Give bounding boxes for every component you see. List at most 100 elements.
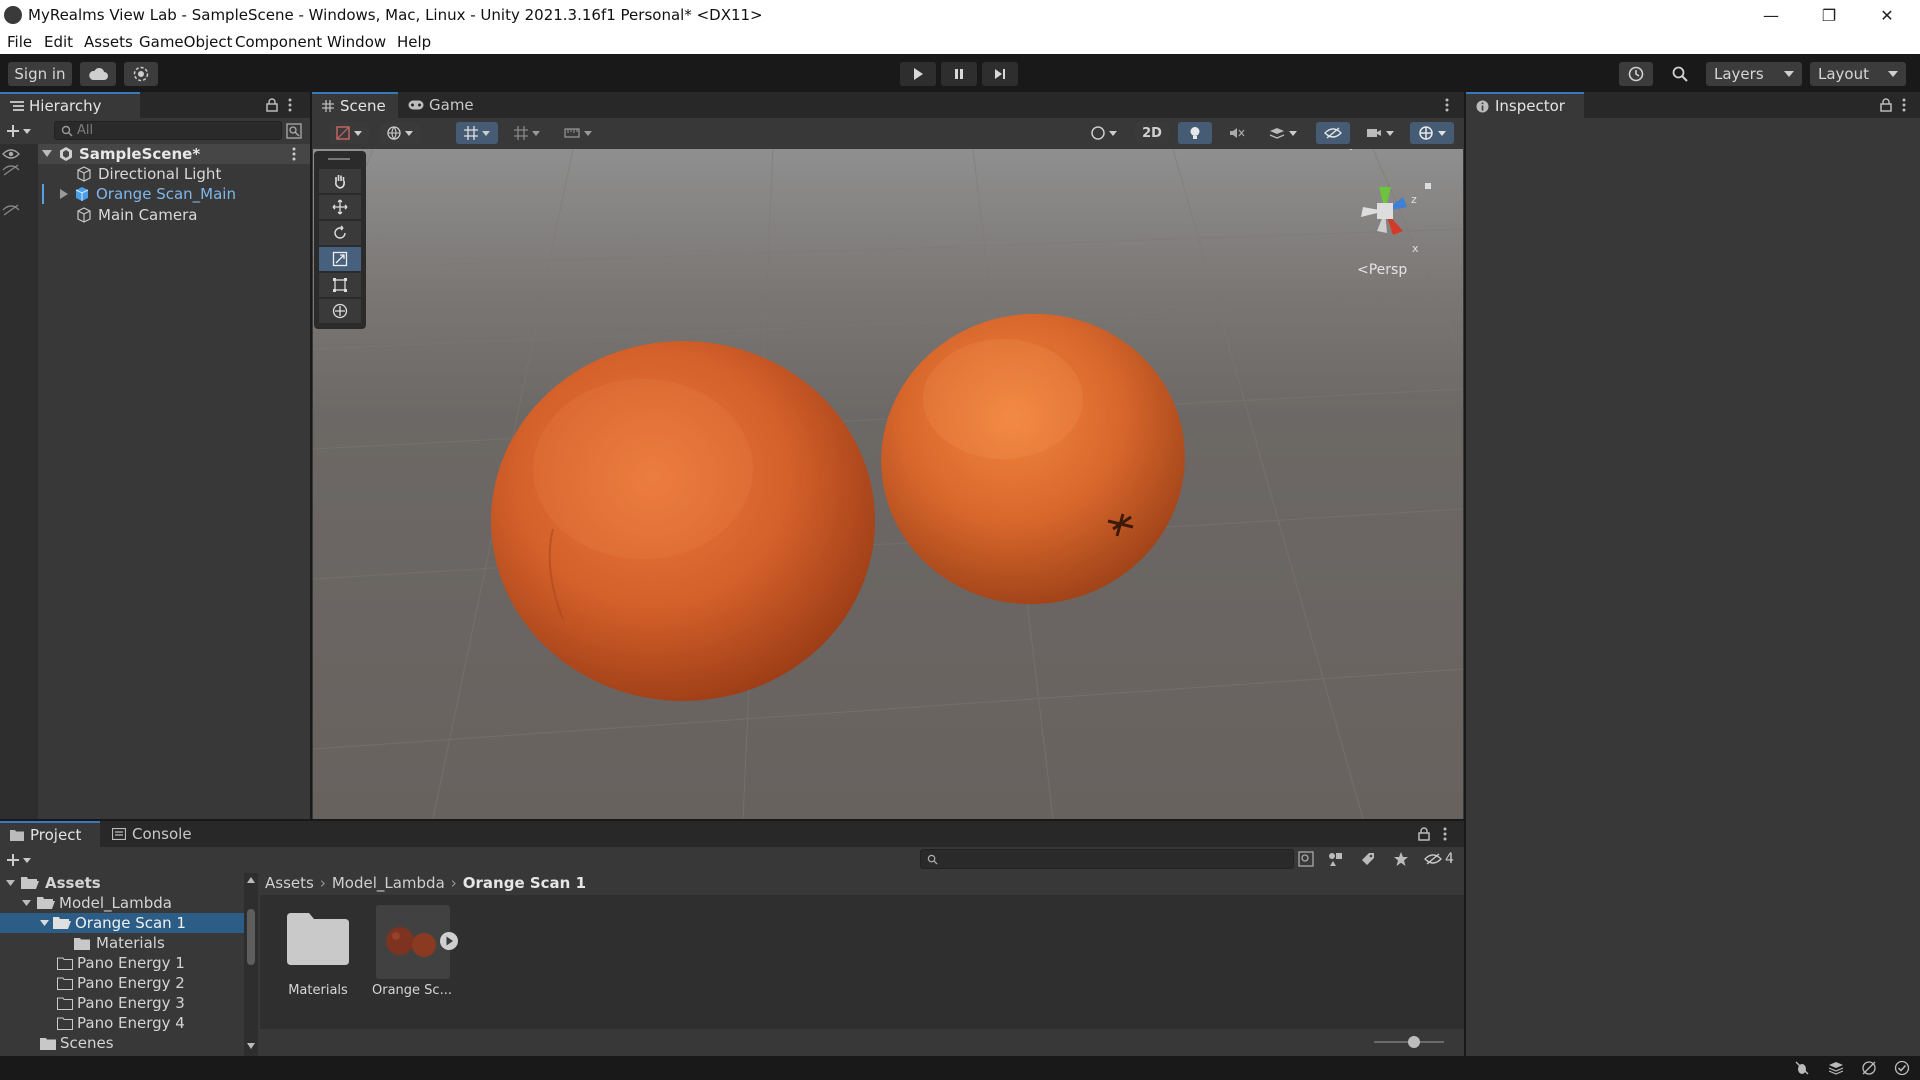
kebab-menu-icon[interactable] <box>292 147 296 161</box>
hierarchy-item[interactable]: Main Camera <box>38 205 310 225</box>
breadcrumb-item[interactable]: Model_Lambda <box>332 874 445 892</box>
grid-snap-toggle[interactable] <box>456 122 498 144</box>
lock-icon[interactable] <box>266 98 278 112</box>
draw-mode-dropdown[interactable] <box>329 122 369 144</box>
expand-play-icon[interactable] <box>439 931 459 951</box>
tab-inspector[interactable]: Inspector <box>1466 92 1584 118</box>
layers-stack-icon[interactable] <box>1828 1060 1844 1076</box>
breadcrumb-separator-icon: › <box>319 874 326 892</box>
scrollbar-thumb[interactable] <box>247 909 255 965</box>
project-create-button[interactable] <box>6 851 40 869</box>
lock-icon[interactable] <box>1880 98 1892 112</box>
tab-console[interactable]: Console <box>102 821 202 847</box>
scroll-down-icon[interactable] <box>247 1043 255 1049</box>
gizmos-dropdown[interactable] <box>1410 122 1454 144</box>
tool-move[interactable] <box>319 195 361 219</box>
kebab-menu-icon[interactable] <box>288 98 292 112</box>
scene-viewport[interactable]: y z x <Persp <box>313 149 1463 819</box>
layers-dropdown[interactable]: Layers <box>1706 62 1802 86</box>
eye-hidden-icon[interactable] <box>2 204 20 216</box>
scene-visibility-toggle[interactable] <box>1316 122 1350 144</box>
eye-icon[interactable] <box>2 148 20 160</box>
tab-hierarchy[interactable]: Hierarchy <box>0 92 140 118</box>
hierarchy-item[interactable]: Directional Light <box>38 164 310 184</box>
tool-scale[interactable] <box>319 247 361 271</box>
asset-item-model[interactable]: Orange Sc... <box>370 905 458 1005</box>
label-icon[interactable] <box>1360 851 1376 867</box>
lock-icon[interactable] <box>1418 827 1430 841</box>
global-toggle[interactable] <box>380 122 420 144</box>
layout-dropdown[interactable]: Layout <box>1810 62 1906 86</box>
expand-arrow-icon[interactable] <box>60 189 68 199</box>
tree-item[interactable]: Model_Lambda <box>0 893 244 913</box>
hidden-packages-toggle[interactable]: 4 <box>1424 849 1454 869</box>
2d-toggle[interactable]: 2D <box>1135 122 1169 144</box>
check-circle-icon[interactable] <box>1894 1060 1910 1076</box>
camera-dropdown[interactable] <box>1358 122 1402 144</box>
tab-project[interactable]: Project <box>0 821 100 847</box>
tool-rotate[interactable] <box>319 221 361 245</box>
tool-hand[interactable] <box>319 169 361 193</box>
lighting-toggle[interactable] <box>1178 122 1212 144</box>
breadcrumb-item-current[interactable]: Orange Scan 1 <box>463 874 586 892</box>
filter-type-icon[interactable] <box>1327 851 1343 867</box>
hierarchy-scene-row[interactable]: SampleScene* <box>38 144 310 164</box>
eye-hidden-icon <box>1424 853 1442 865</box>
history-button[interactable] <box>1619 62 1653 86</box>
tree-scrollbar[interactable] <box>244 873 258 1056</box>
tree-item[interactable]: Pano Energy 4 <box>0 1013 244 1033</box>
kebab-menu-icon[interactable] <box>1445 98 1449 112</box>
star-icon[interactable] <box>1393 851 1409 867</box>
hierarchy-search-input[interactable]: All <box>54 121 282 140</box>
eye-hidden-icon[interactable] <box>2 164 20 176</box>
menu-edit[interactable]: Edit <box>44 33 73 51</box>
cloud-button[interactable] <box>80 62 116 86</box>
kebab-menu-icon[interactable] <box>1902 98 1906 112</box>
tree-item[interactable]: Pano Energy 1 <box>0 953 244 973</box>
close-button[interactable]: ✕ <box>1858 0 1916 30</box>
tree-item-selected[interactable]: Orange Scan 1 <box>0 913 244 933</box>
menu-window[interactable]: Window <box>327 33 386 51</box>
sign-in-button[interactable]: Sign in <box>8 62 72 86</box>
minimize-button[interactable]: — <box>1742 0 1800 30</box>
search-button[interactable] <box>1663 62 1697 86</box>
align-toggle[interactable] <box>556 122 600 144</box>
menu-gameobject[interactable]: GameObject <box>139 33 233 51</box>
increment-snap-toggle[interactable] <box>506 122 548 144</box>
scroll-up-icon[interactable] <box>247 877 255 883</box>
step-button[interactable] <box>982 62 1018 86</box>
kebab-menu-icon[interactable] <box>1443 827 1447 841</box>
tab-scene[interactable]: Scene <box>312 92 398 118</box>
network-off-icon[interactable] <box>1861 1060 1877 1076</box>
project-search-input[interactable] <box>920 849 1294 869</box>
asset-item-folder[interactable]: Materials <box>276 905 360 1005</box>
menu-file[interactable]: File <box>7 33 32 51</box>
tree-item[interactable]: Assets <box>0 873 244 893</box>
tab-game[interactable]: Game <box>398 92 484 118</box>
menu-assets[interactable]: Assets <box>84 33 133 51</box>
palette-handle[interactable] <box>328 158 350 160</box>
pause-button[interactable] <box>941 62 977 86</box>
play-button[interactable] <box>900 62 936 86</box>
audio-toggle[interactable] <box>1220 122 1254 144</box>
create-button[interactable] <box>6 122 36 140</box>
tree-item[interactable]: Pano Energy 3 <box>0 993 244 1013</box>
menu-component[interactable]: Component <box>235 33 322 51</box>
scene-search-icon[interactable] <box>286 123 302 139</box>
search-by-type-icon[interactable] <box>1298 851 1314 867</box>
projection-label[interactable]: <Persp <box>1357 262 1407 278</box>
tool-rect[interactable] <box>319 273 361 297</box>
tool-transform[interactable] <box>319 299 361 323</box>
hierarchy-item-selected[interactable]: Orange Scan_Main <box>38 184 310 204</box>
menu-help[interactable]: Help <box>397 33 431 51</box>
tree-item[interactable]: Scenes <box>0 1033 244 1053</box>
render-mode-dropdown[interactable] <box>1083 122 1125 144</box>
collab-button[interactable] <box>124 62 158 86</box>
tree-item[interactable]: Pano Energy 2 <box>0 973 244 993</box>
breadcrumb-item[interactable]: Assets <box>265 874 314 892</box>
restore-button[interactable]: ❐ <box>1800 0 1858 30</box>
bug-icon[interactable] <box>1794 1060 1810 1076</box>
tree-item[interactable]: Materials <box>0 933 244 953</box>
zoom-slider-thumb[interactable] <box>1408 1036 1420 1048</box>
effects-dropdown[interactable] <box>1260 122 1306 144</box>
